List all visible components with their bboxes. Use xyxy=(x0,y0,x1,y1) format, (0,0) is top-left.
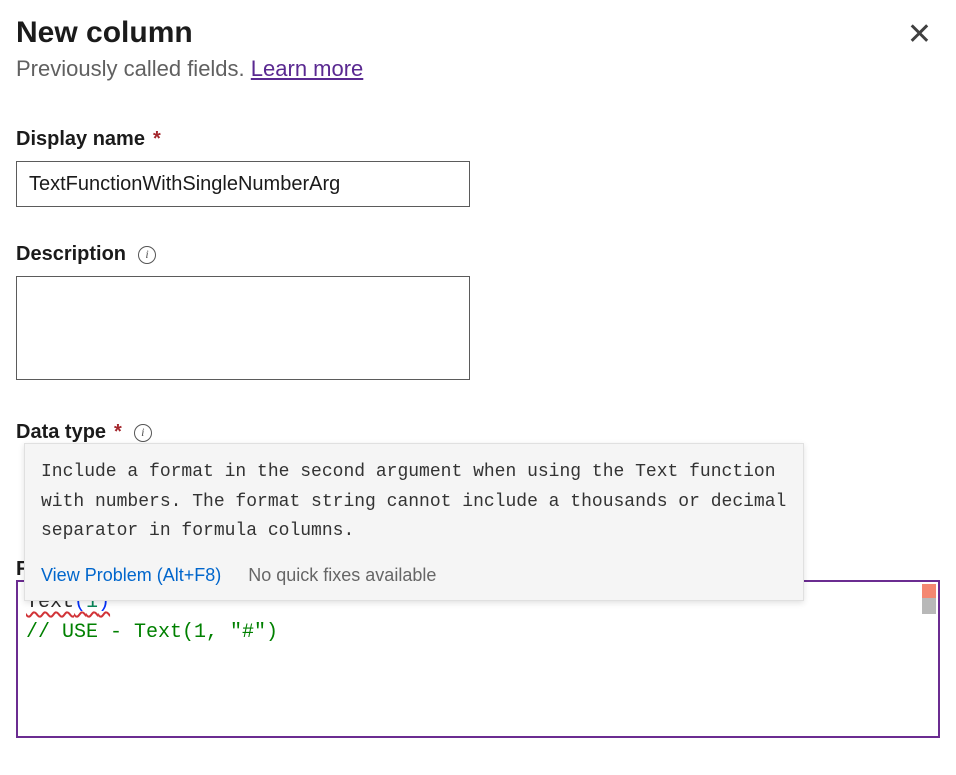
required-indicator: * xyxy=(153,128,161,151)
editor-line-2[interactable]: // USE - Text(1, "#") xyxy=(26,618,930,648)
required-indicator: * xyxy=(114,421,122,444)
close-icon[interactable]: ✕ xyxy=(899,16,940,54)
display-name-label: Display name * xyxy=(16,128,940,151)
tooltip-message: Include a format in the second argument … xyxy=(25,444,803,559)
display-name-label-text: Display name xyxy=(16,128,145,151)
no-fixes-text: No quick fixes available xyxy=(248,565,436,585)
learn-more-link[interactable]: Learn more xyxy=(251,56,364,81)
formula-editor[interactable]: Text(1) // USE - Text(1, "#") xyxy=(16,580,940,738)
data-type-label-text: Data type xyxy=(16,421,106,444)
scrollbar-thumb[interactable] xyxy=(922,598,936,614)
display-name-input[interactable] xyxy=(16,161,470,207)
error-marker-icon[interactable] xyxy=(922,584,936,598)
description-label: Description i xyxy=(16,243,940,266)
data-type-label: Data type * i xyxy=(16,421,940,444)
subtitle-text: Previously called fields. xyxy=(16,56,251,81)
info-icon[interactable]: i xyxy=(138,246,156,264)
panel-title: New column xyxy=(16,16,363,50)
problem-tooltip: Include a format in the second argument … xyxy=(24,443,804,601)
info-icon[interactable]: i xyxy=(134,424,152,442)
description-label-text: Description xyxy=(16,243,126,266)
view-problem-link[interactable]: View Problem (Alt+F8) xyxy=(41,565,221,585)
description-input[interactable] xyxy=(16,276,470,380)
panel-subtitle: Previously called fields. Learn more xyxy=(16,56,363,82)
